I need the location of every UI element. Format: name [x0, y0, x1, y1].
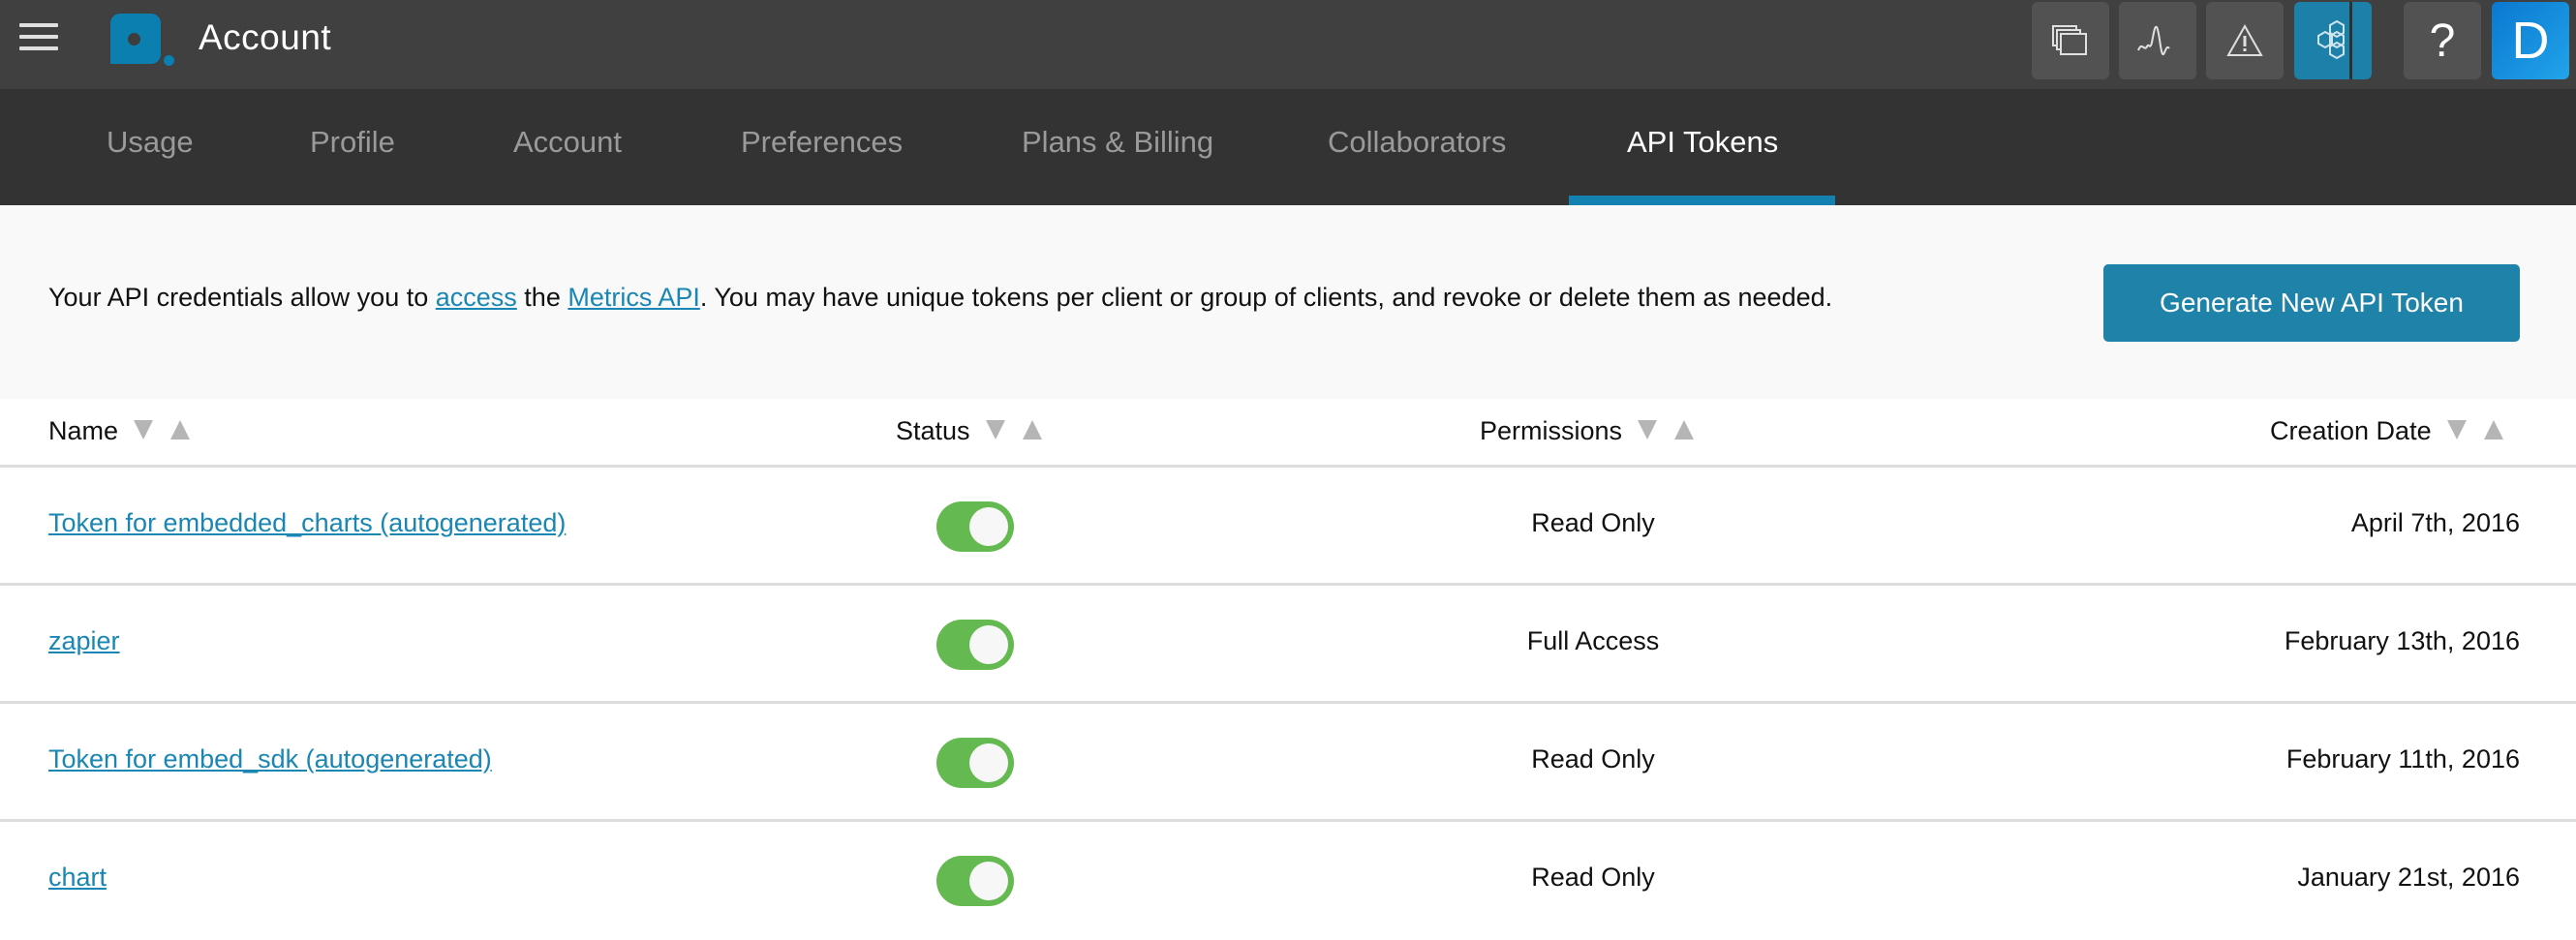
tab-usage[interactable]: Usage — [107, 89, 194, 205]
metrics-icon — [2137, 25, 2170, 56]
creation-date: February 11th, 2016 — [2285, 744, 2520, 773]
status-toggle[interactable] — [936, 738, 1014, 788]
column-label: Status — [896, 416, 970, 445]
avatar-initial: D — [2511, 12, 2550, 70]
permissions-value: Read Only — [1531, 508, 1655, 537]
column-label: Creation Date — [2270, 416, 2432, 445]
column-header-status: Status — [896, 416, 1042, 446]
sort-controls — [2446, 416, 2503, 446]
integrations-icon — [2317, 19, 2345, 60]
metrics-api-link[interactable]: Metrics API — [567, 283, 700, 312]
column-header-creation-date: Creation Date — [2270, 416, 2503, 446]
column-header-permissions: Permissions — [1480, 416, 1695, 446]
sort-controls — [134, 416, 191, 446]
info-text-part: Your API credentials allow you to — [48, 283, 436, 312]
top-bar: Account ? D — [0, 0, 2576, 89]
sort-controls — [985, 416, 1042, 446]
status-toggle[interactable] — [936, 856, 1014, 906]
help-icon: ? — [2429, 15, 2456, 67]
creation-date: April 7th, 2016 — [2350, 508, 2520, 537]
windows-icon — [2052, 25, 2087, 55]
info-text-part: the — [516, 283, 568, 312]
tab-plans-billing[interactable]: Plans & Billing — [1022, 89, 1213, 205]
sort-ascending-icon[interactable] — [2483, 420, 2503, 440]
menu-icon[interactable] — [19, 23, 58, 52]
sort-ascending-icon[interactable] — [1022, 420, 1042, 440]
info-section: Your API credentials allow you to access… — [0, 205, 2576, 399]
permissions-value: Full Access — [1526, 626, 1660, 655]
table-row: zapier Full Access February 13th, 2016 — [0, 586, 2576, 704]
sort-controls — [1638, 416, 1695, 446]
sort-ascending-icon[interactable] — [1674, 420, 1695, 440]
tab-account[interactable]: Account — [513, 89, 622, 205]
info-text-part: . You may have unique tokens per client … — [699, 283, 1833, 312]
user-avatar[interactable]: D — [2492, 2, 2569, 79]
status-toggle[interactable] — [936, 501, 1014, 552]
table-row: chart Read Only January 21st, 2016 — [0, 822, 2576, 940]
tab-bar: Usage Profile Account Preferences Plans … — [0, 89, 2576, 205]
table-row: Token for embed_sdk (autogenerated) Read… — [0, 704, 2576, 822]
permissions-value: Read Only — [1531, 744, 1655, 773]
info-description: Your API credentials allow you to access… — [48, 283, 1832, 313]
sort-descending-icon[interactable] — [134, 420, 154, 440]
active-tab-indicator — [1569, 196, 1835, 205]
table-row: Token for embedded_charts (autogenerated… — [0, 468, 2576, 586]
table-header: Name Status Permissions Creation Date — [0, 399, 2576, 468]
windows-button[interactable] — [2032, 2, 2109, 79]
token-name-link[interactable]: Token for embedded_charts (autogenerated… — [48, 508, 566, 538]
generate-token-button[interactable]: Generate New API Token — [2103, 264, 2520, 342]
tab-preferences[interactable]: Preferences — [741, 89, 903, 205]
access-link[interactable]: access — [436, 283, 517, 312]
app-logo[interactable] — [110, 14, 174, 70]
tab-collaborators[interactable]: Collaborators — [1328, 89, 1506, 205]
alerts-button[interactable] — [2206, 2, 2284, 79]
sort-ascending-icon[interactable] — [170, 420, 191, 440]
status-toggle[interactable] — [936, 620, 1014, 670]
sort-descending-icon[interactable] — [985, 420, 1005, 440]
token-name-link[interactable]: Token for embed_sdk (autogenerated) — [48, 744, 492, 774]
column-header-name: Name — [48, 416, 191, 446]
integrations-button[interactable] — [2294, 2, 2372, 79]
help-button[interactable]: ? — [2404, 2, 2481, 79]
token-name-link[interactable]: zapier — [48, 626, 120, 656]
sort-descending-icon[interactable] — [1638, 420, 1658, 440]
creation-date: February 13th, 2016 — [2284, 626, 2520, 655]
metrics-button[interactable] — [2119, 2, 2196, 79]
sort-descending-icon[interactable] — [2446, 420, 2467, 440]
creation-date: January 21st, 2016 — [2297, 863, 2520, 892]
permissions-value: Read Only — [1531, 863, 1655, 892]
alert-icon — [2226, 23, 2263, 56]
token-name-link[interactable]: chart — [48, 863, 107, 893]
tab-api-tokens[interactable]: API Tokens — [1627, 89, 1778, 205]
tab-profile[interactable]: Profile — [310, 89, 395, 205]
column-label: Name — [48, 416, 119, 445]
toolbar-divider — [2349, 2, 2352, 79]
app-title: Account — [199, 17, 332, 57]
column-label: Permissions — [1480, 416, 1623, 445]
